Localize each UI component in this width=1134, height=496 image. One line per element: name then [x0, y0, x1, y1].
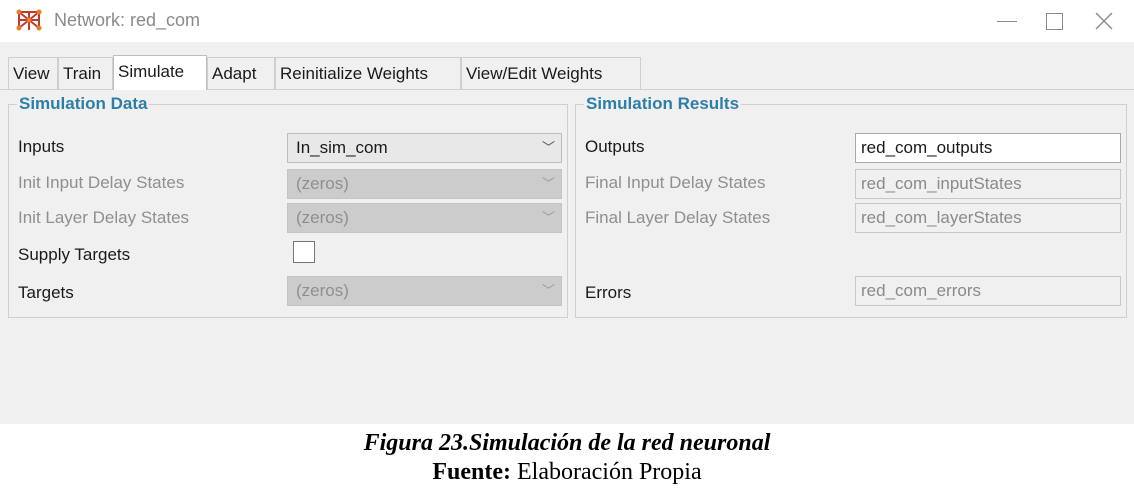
source-text: Elaboración Propia	[511, 459, 702, 485]
targets-select[interactable]: (zeros) ﹀	[287, 276, 562, 306]
tab-bar: View Train Simulate Adapt Reinitialize W…	[0, 55, 1134, 90]
final-layer-delay-field[interactable]: red_com_layerStates	[855, 203, 1121, 233]
close-button[interactable]	[1072, 0, 1134, 42]
source-label: Fuente:	[432, 459, 512, 485]
chevron-down-icon: ﹀	[541, 210, 555, 225]
targets-value: (zeros)	[296, 281, 349, 300]
final-input-delay-label: Final Input Delay States	[585, 173, 766, 192]
chevron-down-icon: ﹀	[541, 283, 555, 298]
supply-targets-label: Supply Targets	[18, 245, 131, 264]
final-input-delay-field[interactable]: red_com_inputStates	[855, 169, 1121, 199]
init-layer-delay-label: Init Layer Delay States	[18, 208, 190, 227]
network-app-icon	[16, 9, 42, 31]
close-icon	[1095, 12, 1113, 30]
init-input-delay-label: Init Input Delay States	[18, 173, 185, 192]
outputs-field[interactable]: red_com_outputs	[855, 133, 1121, 163]
minimize-icon	[997, 20, 1017, 22]
init-input-delay-select[interactable]: (zeros) ﹀	[287, 169, 562, 199]
window-title: Network: red_com	[54, 10, 201, 30]
inputs-label: Inputs	[18, 137, 65, 156]
tab-reinitialize-weights[interactable]: Reinitialize Weights	[275, 57, 461, 89]
figure-caption: Figura 23.Simulación de la red neuronal	[363, 430, 771, 456]
supply-targets-checkbox[interactable]	[293, 241, 315, 263]
network-window: Network: red_com View Train Simulate Ada…	[0, 0, 1134, 424]
tab-simulate[interactable]: Simulate	[113, 55, 207, 90]
chevron-down-icon: ﹀	[541, 176, 555, 191]
inputs-value: In_sim_com	[296, 138, 388, 157]
init-layer-delay-select[interactable]: (zeros) ﹀	[287, 203, 562, 233]
chevron-down-icon: ﹀	[541, 140, 555, 155]
init-layer-delay-value: (zeros)	[296, 208, 349, 227]
figure-source: Fuente: Elaboración Propia	[0, 459, 1134, 486]
maximize-icon	[1045, 12, 1063, 30]
title-bar: Network: red_com	[0, 0, 1134, 42]
simulation-results-title: Simulation Results	[584, 94, 742, 114]
simulation-data-title: Simulation Data	[17, 94, 150, 114]
errors-field[interactable]: red_com_errors	[855, 276, 1121, 306]
tab-view[interactable]: View	[8, 57, 58, 89]
outputs-label: Outputs	[585, 137, 645, 156]
init-input-delay-value: (zeros)	[296, 174, 349, 193]
targets-label: Targets	[18, 283, 74, 302]
errors-label: Errors	[585, 283, 632, 302]
tab-adapt[interactable]: Adapt	[207, 57, 275, 89]
final-layer-delay-label: Final Layer Delay States	[585, 208, 771, 227]
tab-train[interactable]: Train	[58, 57, 113, 89]
inputs-select[interactable]: In_sim_com ﹀	[287, 133, 562, 163]
tab-view-edit-weights[interactable]: View/Edit Weights	[461, 57, 641, 89]
